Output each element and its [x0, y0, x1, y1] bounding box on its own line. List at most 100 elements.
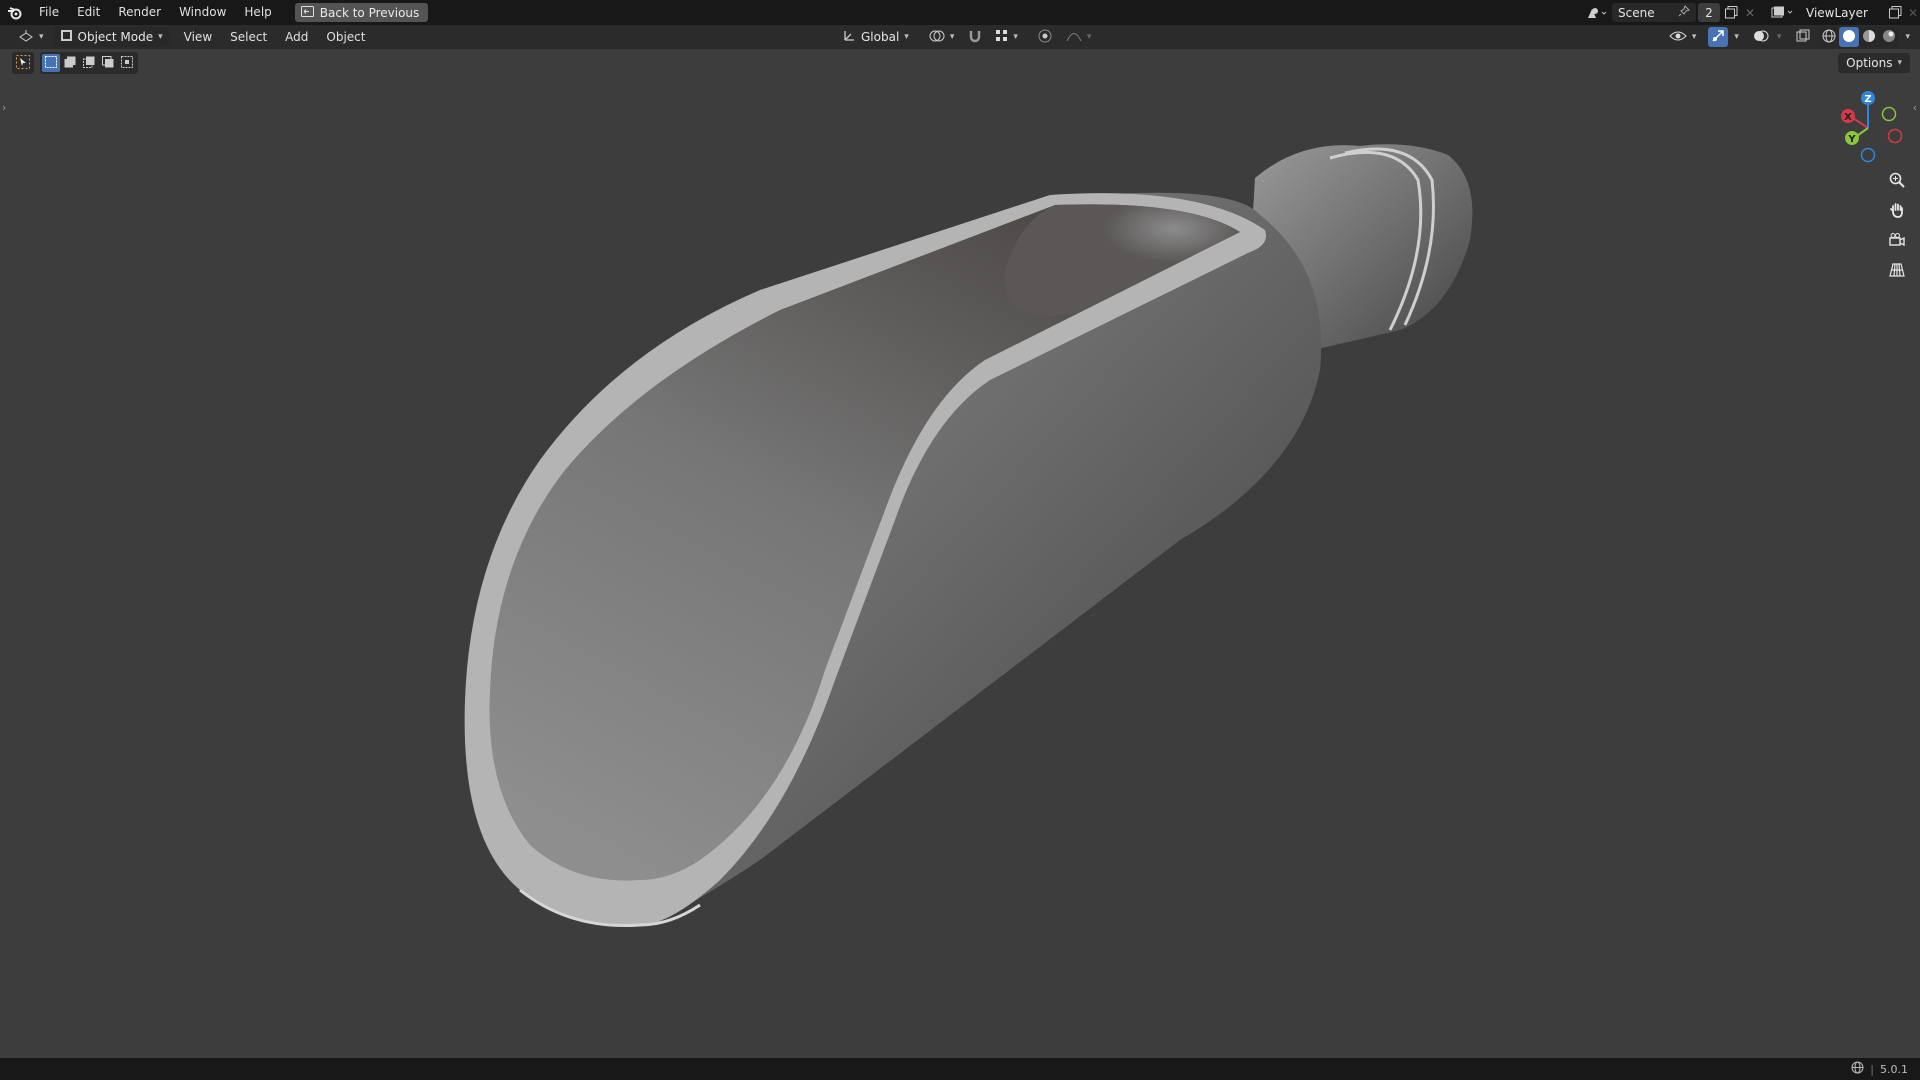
wireframe-sphere-icon [1822, 29, 1836, 46]
gizmo-z-label: Z [1864, 94, 1871, 105]
chevron-down-icon: ▾ [1691, 32, 1697, 42]
scene-users-count[interactable]: 2 [1698, 3, 1720, 22]
snap-toggle[interactable] [962, 27, 988, 47]
interaction-mode-label: Object Mode [77, 30, 154, 44]
new-scene-icon[interactable] [1720, 3, 1742, 22]
select-intersect-icon [121, 55, 133, 71]
scene-name-field[interactable]: Scene [1612, 3, 1696, 22]
navigation-gizmo[interactable]: Z X Y [1830, 86, 1910, 166]
visibility-dropdown[interactable]: ▾ [1663, 27, 1703, 47]
chevron-down-icon: ▾ [1086, 32, 1092, 42]
overlays-icon [1753, 29, 1769, 46]
overlays-options-chevron-icon[interactable]: ▾ [1777, 32, 1782, 42]
version-label: 5.0.1 [1880, 1062, 1908, 1076]
delete-view-layer-icon[interactable]: ✕ [1906, 3, 1920, 22]
status-bar: | 5.0.1 [0, 1058, 1920, 1080]
select-invert-icon [102, 55, 114, 71]
solid-sphere-icon [1842, 29, 1856, 46]
cursor-select-icon [16, 54, 30, 72]
pin-icon[interactable] [1678, 5, 1690, 20]
pan-button[interactable] [1884, 198, 1910, 224]
proportional-falloff-dropdown[interactable]: ▾ [1060, 27, 1098, 47]
grid-perspective-icon [1889, 262, 1905, 281]
gizmo-neg-z-axis[interactable] [1860, 147, 1876, 163]
interaction-mode-dropdown[interactable]: Object Mode ▾ [53, 27, 169, 47]
status-divider: | [1870, 1062, 1874, 1076]
transform-orientation-label: Global [861, 30, 900, 44]
tool-row [12, 52, 138, 74]
header-menu-select[interactable]: Select [221, 30, 276, 44]
select-tool-button[interactable] [12, 52, 34, 74]
gizmo-options-chevron-icon[interactable]: ▾ [1734, 32, 1739, 42]
camera-icon [1889, 232, 1905, 251]
xray-icon [1796, 29, 1810, 46]
header-menu-view[interactable]: View [175, 30, 221, 44]
chevron-down-icon: ▾ [1897, 58, 1902, 68]
material-sphere-icon [1862, 29, 1876, 46]
gizmo-y-label: Y [1847, 134, 1856, 145]
transform-orientation-dropdown[interactable]: Global ▾ [836, 27, 915, 47]
xray-toggle[interactable] [1793, 27, 1813, 47]
chevron-down-icon: ▾ [904, 32, 909, 42]
blender-logo-icon[interactable] [0, 0, 30, 25]
options-dropdown[interactable]: Options ▾ [1838, 53, 1910, 73]
show-gizmo-toggle[interactable] [1708, 27, 1729, 47]
back-to-previous-label: Back to Previous [319, 5, 420, 20]
back-to-previous-button[interactable]: Back to Previous [294, 3, 429, 22]
chevron-down-icon: ▾ [1013, 32, 1018, 42]
eye-icon [1669, 30, 1687, 45]
editor-type-dropdown[interactable]: ▾ [12, 27, 50, 47]
rendered-shading-button[interactable] [1879, 27, 1899, 47]
solid-shading-button[interactable] [1839, 27, 1860, 47]
globe-icon[interactable] [1851, 1061, 1864, 1077]
proportional-editing-toggle[interactable] [1032, 27, 1058, 47]
scene-browse-icon[interactable] [1582, 3, 1612, 22]
menu-render[interactable]: Render [109, 0, 170, 25]
screen-back-icon [300, 5, 314, 20]
select-extend-button[interactable] [61, 54, 79, 72]
header-menu-add[interactable]: Add [276, 30, 317, 44]
shading-options-chevron-icon[interactable]: ▾ [1905, 32, 1910, 42]
viewport-3d[interactable] [0, 49, 1920, 1058]
pivot-point-dropdown[interactable]: ▾ [923, 27, 961, 47]
new-view-layer-icon[interactable] [1884, 3, 1906, 22]
view-layer-name: ViewLayer [1806, 5, 1868, 20]
select-invert-button[interactable] [99, 54, 117, 72]
chevron-down-icon: ▾ [39, 32, 44, 42]
view-layer-browse-icon[interactable] [1766, 3, 1800, 22]
snap-target-dropdown[interactable]: ▾ [990, 27, 1024, 47]
zoom-button[interactable] [1884, 168, 1910, 194]
select-subtract-button[interactable] [80, 54, 98, 72]
sidebar-expand-arrow-icon[interactable]: ‹ [1913, 101, 1917, 114]
zoom-magnifier-icon [1889, 172, 1905, 191]
menu-file[interactable]: File [30, 0, 68, 25]
menu-help[interactable]: Help [235, 0, 280, 25]
transform-tools: Global ▾ ▾ ▾ ▾ [836, 25, 1097, 49]
hand-icon [1889, 202, 1905, 221]
gizmo-neg-x-axis[interactable] [1887, 128, 1903, 144]
camera-view-button[interactable] [1884, 228, 1910, 254]
editor-type-icon [18, 29, 34, 46]
wireframe-shading-button[interactable] [1819, 27, 1839, 47]
show-overlays-toggle[interactable] [1751, 27, 1771, 47]
select-new-button[interactable] [42, 54, 60, 72]
shading-mode-group [1819, 27, 1900, 47]
select-extend-icon [64, 56, 76, 71]
menu-window[interactable]: Window [170, 0, 235, 25]
falloff-curve-icon [1066, 30, 1082, 45]
gizmo-neg-y-axis[interactable] [1881, 106, 1897, 122]
delete-scene-icon[interactable]: ✕ [1742, 3, 1758, 22]
orientation-axes-icon [842, 29, 856, 46]
perspective-toggle-button[interactable] [1884, 258, 1910, 284]
material-preview-shading-button[interactable] [1859, 27, 1879, 47]
select-new-icon [45, 55, 57, 71]
toolbar-expand-arrow-icon[interactable]: › [2, 101, 6, 114]
proportional-edit-icon [1038, 29, 1052, 46]
viewport-header: ▾ Object Mode ▾ View Select Add Object G… [0, 25, 1920, 49]
selection-mode-group [40, 52, 138, 74]
view-layer-field[interactable]: ViewLayer [1800, 3, 1884, 22]
menu-edit[interactable]: Edit [68, 0, 109, 25]
select-intersect-button[interactable] [118, 54, 136, 72]
header-menu-object[interactable]: Object [317, 30, 374, 44]
chevron-down-icon: ▾ [158, 32, 163, 42]
